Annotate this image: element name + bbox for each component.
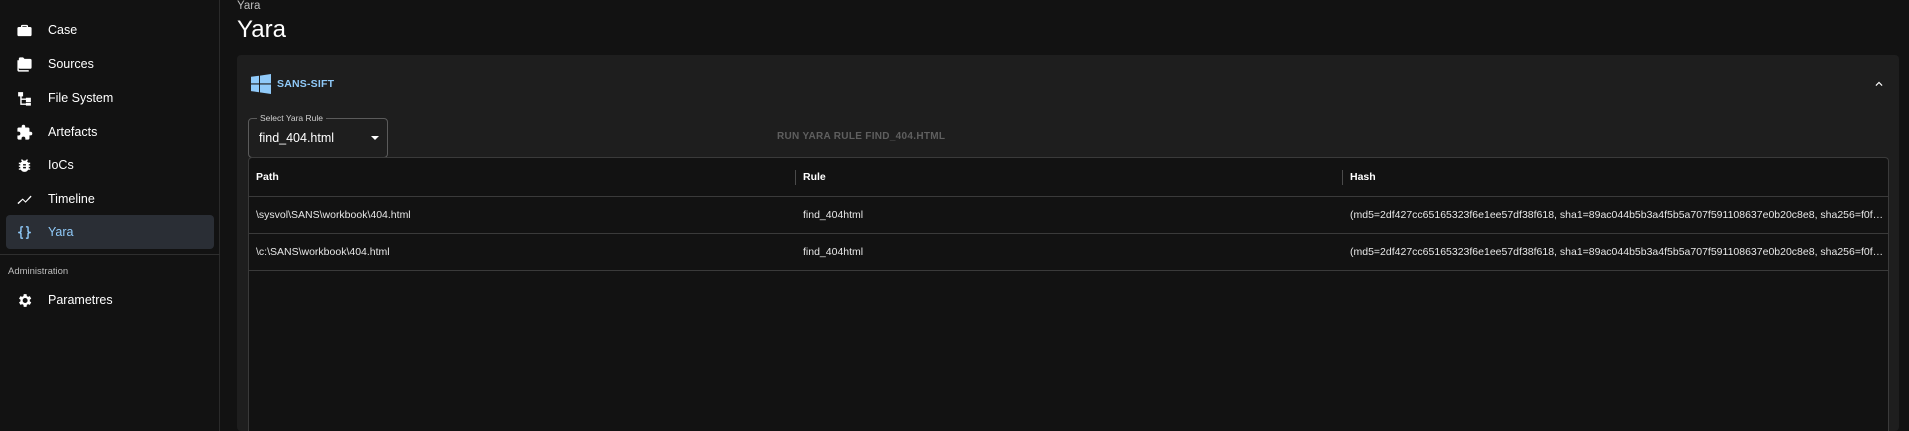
sidebar-item-parametres[interactable]: Parametres [6, 283, 214, 317]
table-header: Path Rule Hash [249, 158, 1888, 197]
host-accordion: SANS-SIFT Select Yara Rule find_404.html… [237, 55, 1899, 431]
cell-path: \sysvol\SANS\workbook\404.html [256, 209, 411, 221]
sidebar-divider [0, 254, 220, 255]
column-header-hash[interactable]: Hash [1343, 158, 1888, 196]
sidebar-section-header: Administration [8, 266, 69, 277]
sidebar-item-file-system[interactable]: File System [6, 81, 214, 115]
sidebar-item-iocs[interactable]: IoCs [6, 148, 214, 182]
sidebar-item-label: Parametres [48, 293, 113, 307]
dropdown-arrow-icon [371, 136, 379, 140]
sidebar-item-label: Timeline [48, 192, 95, 206]
sidebar-item-label: Yara [48, 225, 74, 239]
column-separator[interactable] [1342, 170, 1343, 185]
sidebar-item-case[interactable]: Case [6, 13, 214, 47]
column-header-path[interactable]: Path [249, 158, 796, 196]
briefcase-icon [14, 20, 34, 40]
chevron-up-icon[interactable] [1869, 74, 1889, 94]
sidebar-item-timeline[interactable]: Timeline [6, 182, 214, 216]
yara-rule-select[interactable]: Select Yara Rule find_404.html [248, 113, 388, 158]
results-table: Path Rule Hash \sysvol\SANS\workbook\404… [248, 157, 1889, 431]
page-title: Yara [237, 16, 286, 43]
cell-rule: find_404html [803, 209, 864, 221]
cell-hash: (md5=2df427cc65165323f6e1ee57df38f618, s… [1350, 246, 1889, 258]
windows-icon [251, 74, 271, 94]
folders-icon [14, 54, 34, 74]
accordion-title: SANS-SIFT [277, 78, 335, 90]
main-content: Yara Yara SANS-SIFT Select Yara Rule fin… [221, 0, 1909, 431]
trend-line-icon [14, 189, 34, 209]
column-header-rule[interactable]: Rule [796, 158, 1343, 196]
gear-icon [14, 290, 34, 310]
sidebar-item-sources[interactable]: Sources [6, 47, 214, 81]
sidebar-item-label: Case [48, 23, 78, 37]
cell-rule: find_404html [803, 246, 864, 258]
sidebar-item-artefacts[interactable]: Artefacts [6, 115, 214, 149]
bug-icon [14, 155, 34, 175]
accordion-header[interactable]: SANS-SIFT [237, 55, 1899, 113]
column-separator[interactable] [795, 170, 796, 185]
file-tree-icon [14, 88, 34, 108]
select-label: Select Yara Rule [257, 113, 326, 123]
cell-path: \c:\SANS\workbook\404.html [256, 246, 390, 258]
cell-hash: (md5=2df427cc65165323f6e1ee57df38f618, s… [1350, 209, 1889, 221]
table-row[interactable]: \sysvol\SANS\workbook\404.html find_404h… [249, 197, 1888, 234]
sidebar: Case Sources File System Artefacts IoCs … [0, 0, 220, 431]
sidebar-item-yara[interactable]: Yara [6, 215, 214, 249]
table-row[interactable]: \c:\SANS\workbook\404.html find_404html … [249, 234, 1888, 271]
sidebar-item-label: Sources [48, 57, 94, 71]
sidebar-item-label: IoCs [48, 158, 74, 172]
breadcrumb[interactable]: Yara [237, 0, 260, 12]
puzzle-icon [14, 122, 34, 142]
select-value: find_404.html [259, 131, 335, 145]
braces-icon [14, 222, 34, 242]
sidebar-item-label: File System [48, 91, 114, 105]
sidebar-item-label: Artefacts [48, 125, 98, 139]
run-yara-rule-button[interactable]: RUN YARA RULE FIND_404.HTML [777, 131, 945, 142]
